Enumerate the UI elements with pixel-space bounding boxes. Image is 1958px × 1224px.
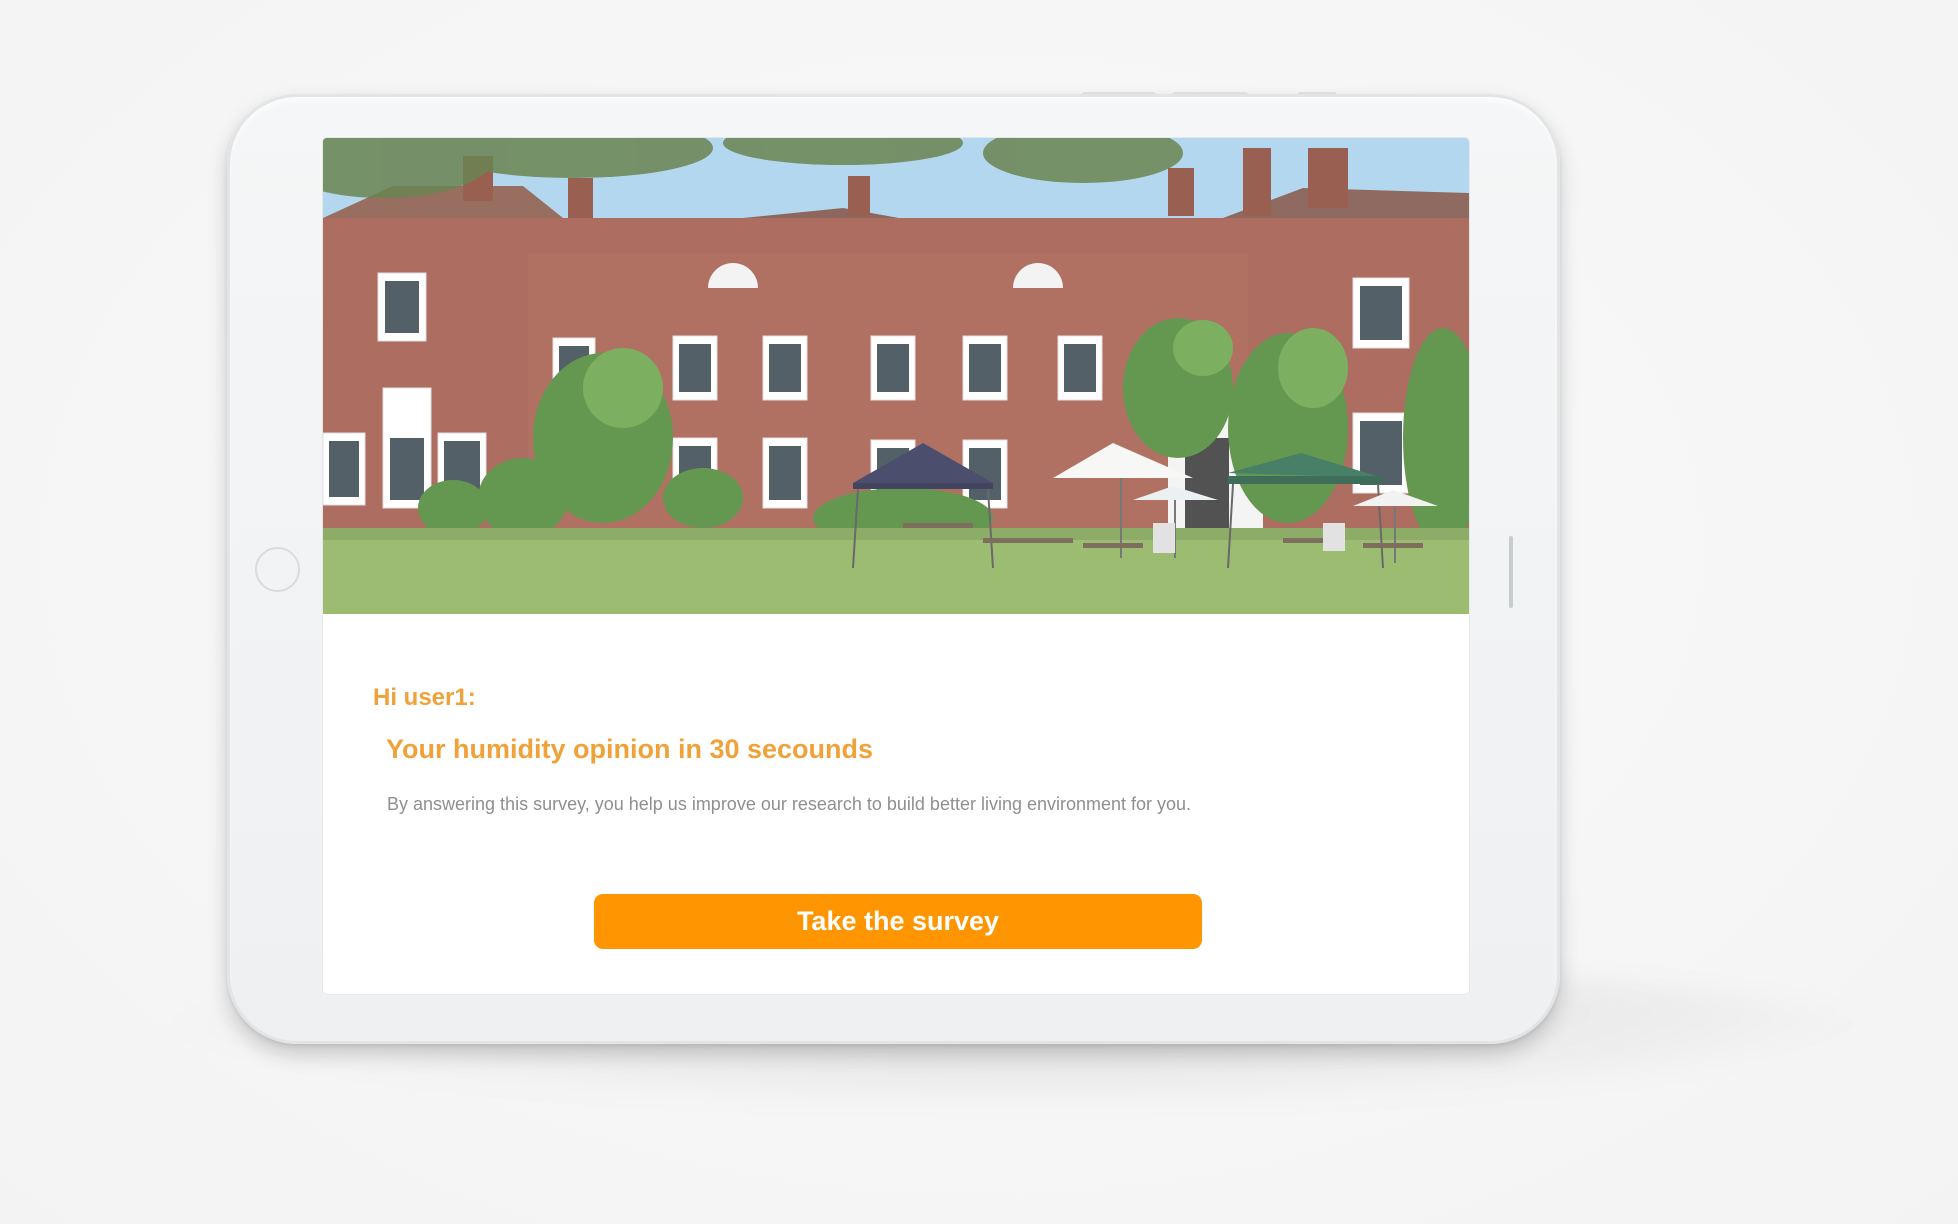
- home-button[interactable]: [255, 547, 300, 592]
- side-indicator: [1509, 536, 1513, 608]
- take-survey-button[interactable]: Take the survey: [594, 894, 1202, 949]
- survey-description: By answering this survey, you help us im…: [387, 794, 1192, 814]
- stage: Hi user1: Your humidity opinion in 30 se…: [0, 0, 1958, 1224]
- tablet-screen: Hi user1: Your humidity opinion in 30 se…: [323, 138, 1469, 994]
- survey-headline: Your humidity opinion in 30 secounds: [386, 734, 874, 764]
- hero-image: [323, 138, 1469, 614]
- greeting-text: Hi user1:: [373, 684, 476, 711]
